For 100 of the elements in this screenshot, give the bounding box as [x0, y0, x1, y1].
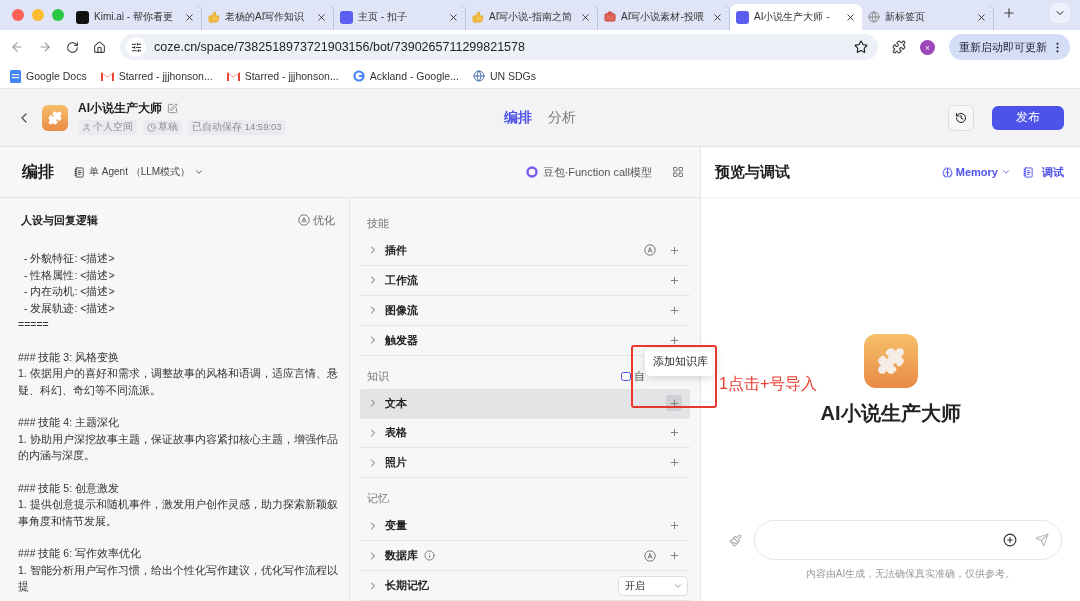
- bot-name: AI小说生产大师: [78, 100, 162, 117]
- grid-icon[interactable]: [672, 166, 684, 178]
- publish-button[interactable]: 发布: [992, 105, 1064, 130]
- send-icon[interactable]: [1035, 533, 1049, 547]
- history-button[interactable]: [948, 104, 974, 131]
- chevron-down-icon: [1001, 167, 1011, 177]
- browser-tab[interactable]: 老杨的AI写作知识: [202, 4, 334, 30]
- close-icon[interactable]: [448, 11, 459, 23]
- autosave-tag: 已自动保存 14:59:03: [188, 120, 286, 135]
- app-logo-icon: [340, 10, 353, 24]
- plus-icon: [668, 427, 680, 439]
- plus-icon: [668, 304, 680, 316]
- skill-row[interactable]: 插件: [360, 236, 690, 266]
- bot-name: AI小说生产大师: [820, 401, 961, 426]
- bookmark-star-icon[interactable]: [854, 40, 868, 54]
- debug-button[interactable]: 调试: [1023, 164, 1064, 180]
- disclaimer: 内容由AI生成，无法确保真实准确，仅供参考。: [804, 567, 1017, 581]
- prompt-line: ### 技能 4: 主题深化: [18, 415, 121, 430]
- preview-title: 预览与调试: [715, 162, 790, 182]
- prompt-line: - 内在动机: <描述>: [23, 284, 116, 299]
- toggle-select[interactable]: 开启: [618, 575, 688, 596]
- prompt-line: ### 技能 5: 创意激发: [18, 480, 121, 496]
- skill-row[interactable]: 工作流: [360, 265, 690, 296]
- add-icon[interactable]: [1003, 533, 1017, 547]
- skill-row[interactable]: 变量: [360, 511, 690, 542]
- skill-row[interactable]: 文本: [360, 388, 690, 419]
- mail-icon: [100, 71, 114, 81]
- notebook-icon: [1023, 166, 1034, 178]
- agent-icon: [74, 166, 85, 178]
- window-close-button[interactable]: [12, 9, 24, 21]
- site-settings-button[interactable]: [126, 37, 146, 57]
- profile-avatar[interactable]: x: [920, 39, 935, 55]
- close-icon[interactable]: [184, 11, 195, 23]
- extensions-icon[interactable]: [892, 40, 906, 54]
- globe-icon: [472, 70, 485, 82]
- bookmark-link[interactable]: Starred - jjjhonson...: [100, 70, 213, 82]
- skill-row[interactable]: 图像流: [360, 295, 690, 326]
- plus-icon: [668, 244, 680, 256]
- bookmark-link[interactable]: Starred - jjjhonson...: [226, 70, 339, 82]
- prompt-line: =====: [18, 317, 50, 332]
- model-logo-icon: [525, 166, 538, 178]
- browser-tab[interactable]: Kimi.ai - 帮你看更: [70, 4, 202, 30]
- space-tag: 个人空间: [78, 120, 137, 135]
- plus-icon: [668, 520, 680, 532]
- skill-row[interactable]: 长期记忆 开启: [360, 571, 690, 601]
- prompt-line: ### 技能 3: 风格变换: [18, 349, 121, 365]
- page-tab[interactable]: 编排: [504, 108, 532, 127]
- info-icon[interactable]: [424, 550, 435, 562]
- update-button[interactable]: 重新启动即可更新: [949, 34, 1070, 60]
- prompt-line: 1. 协助用户深挖故事主题，保证故事内容紧扣核心主题，增强作品的内涵与深度。: [18, 431, 339, 463]
- prompt-line: - 发展轨迹: <描述>: [23, 300, 116, 316]
- briefcase-icon: [604, 11, 616, 23]
- status-tag: 草稿: [143, 120, 182, 135]
- brush-icon[interactable]: [729, 533, 742, 547]
- close-icon[interactable]: [316, 11, 327, 23]
- puzzle-icon: [863, 334, 918, 388]
- auto-call-label: 自: [621, 368, 645, 384]
- browser-tab[interactable]: AI小说生产大师 -: [730, 4, 862, 30]
- memory-dropdown[interactable]: Memory: [941, 166, 1011, 178]
- history-icon: [955, 111, 967, 124]
- bookmark-link[interactable]: Google Docs: [10, 69, 87, 83]
- reload-icon[interactable]: [66, 40, 79, 54]
- bookmark-link[interactable]: UN SDGs: [472, 70, 537, 82]
- tab-list-button[interactable]: [1050, 3, 1070, 23]
- close-icon[interactable]: [976, 11, 987, 23]
- browser-tab[interactable]: AI写小说-指南之简: [466, 4, 598, 30]
- app-logo-icon: [736, 10, 749, 24]
- editor-title: 编排: [22, 161, 54, 182]
- model-selector[interactable]: 豆包·Function call模型: [525, 164, 652, 180]
- browser-tab[interactable]: 新标签页: [862, 4, 994, 30]
- browser-tab[interactable]: 主页 - 扣子: [334, 4, 466, 30]
- bookmark-link[interactable]: Ackland - Google...: [352, 70, 459, 82]
- prompt-title: 人设与回复逻辑: [21, 212, 98, 228]
- section-title: 技能: [367, 216, 389, 231]
- user-icon: [82, 123, 91, 132]
- app-logo-icon: [76, 10, 89, 24]
- page-tab[interactable]: 分析: [548, 108, 576, 127]
- prompt-line: 1. 提供创意提示和随机事件，激发用户创作灵感，助力探索新颖叙事角度和情节发展。: [18, 497, 339, 529]
- prompt-line: 1. 智能分析用户写作习惯，给出个性化写作建议，优化写作流程以提: [18, 562, 339, 594]
- optimize-button[interactable]: 优化: [298, 212, 335, 228]
- new-tab-icon[interactable]: [1002, 6, 1016, 20]
- skill-row[interactable]: 照片: [360, 448, 690, 479]
- plus-icon: [668, 334, 680, 346]
- home-icon[interactable]: [93, 40, 106, 54]
- chevron-down-icon: [194, 167, 205, 177]
- skill-row[interactable]: 表格: [360, 418, 690, 449]
- address-bar[interactable]: coze.cn/space/7382518973721903156/bot/7390265711299821578: [120, 34, 878, 60]
- plus-icon: [668, 274, 680, 286]
- sliders-icon: [130, 41, 142, 53]
- edit-icon[interactable]: [167, 103, 178, 114]
- thumbs-up-icon: [472, 11, 484, 23]
- close-icon[interactable]: [712, 11, 723, 23]
- forward-icon[interactable]: [38, 40, 52, 54]
- close-icon[interactable]: [580, 11, 591, 23]
- close-icon[interactable]: [845, 11, 856, 23]
- skill-row[interactable]: 数据库: [360, 541, 690, 572]
- window-maximize-button[interactable]: [52, 9, 64, 21]
- plus-icon: [668, 397, 680, 409]
- section-title: 知识: [367, 368, 389, 384]
- agent-mode-dropdown[interactable]: 单 Agent （LLM模式）: [74, 165, 205, 179]
